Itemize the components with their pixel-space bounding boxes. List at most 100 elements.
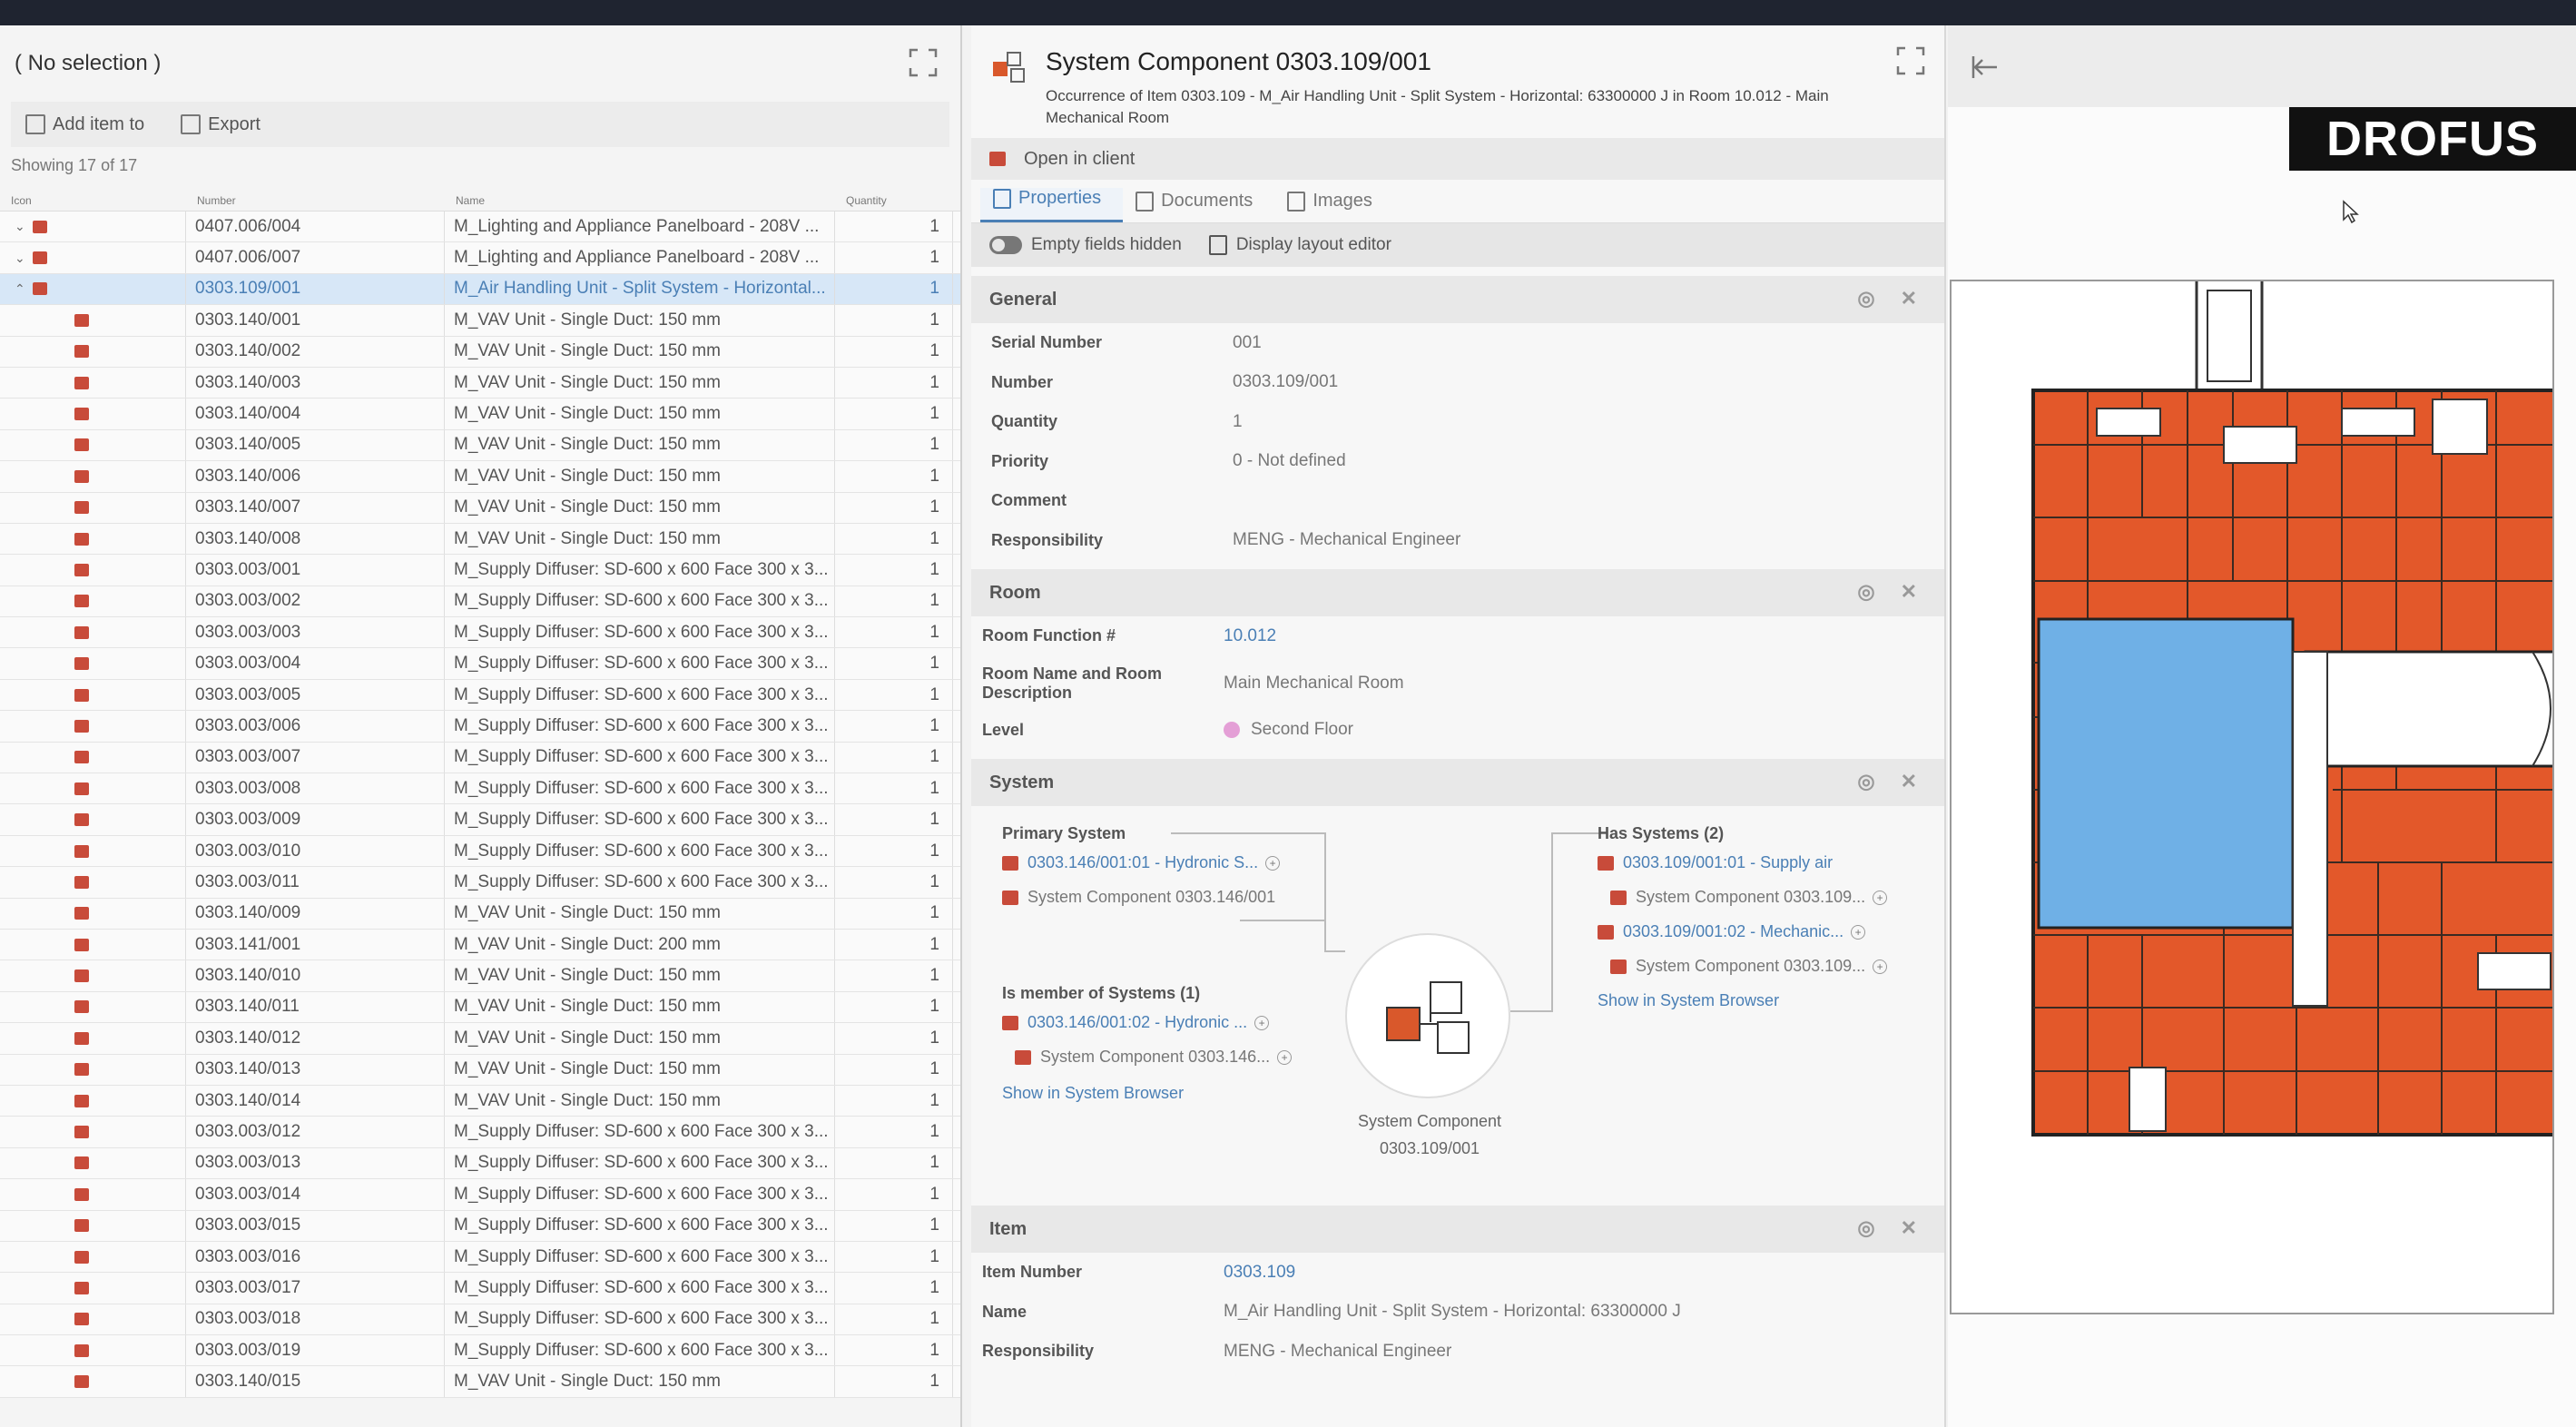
tab-properties[interactable]: Properties (980, 188, 1124, 222)
expand-icon[interactable] (908, 47, 939, 78)
floor-plan[interactable] (1952, 271, 2558, 1313)
table-row[interactable]: 0303.140/015 M_VAV Unit - Single Duct: 15… (0, 1366, 960, 1398)
has-system-component-2[interactable]: System Component 0303.109... + (1610, 957, 1888, 976)
open-in-client-button[interactable]: Open in client (971, 138, 1944, 180)
row-name: M_VAV Unit - Single Duct: 150 mm (445, 1085, 835, 1117)
eye-icon[interactable]: ◎ (1857, 580, 1874, 604)
show-in-system-browser-link[interactable]: Show in System Browser (1598, 991, 1779, 1010)
table-row[interactable]: 0303.140/003 M_VAV Unit - Single Duct: 15… (0, 367, 960, 399)
close-icon[interactable]: ✕ (1901, 287, 1917, 310)
table-row[interactable]: 0303.003/014 M_Supply Diffuser: SD-600 x … (0, 1179, 960, 1211)
table-row[interactable]: 0303.140/013 M_VAV Unit - Single Duct: 15… (0, 1054, 960, 1086)
close-icon[interactable]: ✕ (1901, 770, 1917, 793)
table-row[interactable]: 0303.003/009 M_Supply Diffuser: SD-600 x … (0, 804, 960, 836)
table-row[interactable]: 0303.140/009 M_VAV Unit - Single Duct: 15… (0, 898, 960, 930)
table-row[interactable]: 0303.003/018 M_Supply Diffuser: SD-600 x … (0, 1304, 960, 1336)
table-row[interactable]: 0303.003/017 M_Supply Diffuser: SD-600 x … (0, 1273, 960, 1304)
room-function-link[interactable]: 10.012 (1224, 626, 1944, 646)
table-row[interactable]: 0303.140/001 M_VAV Unit - Single Duct: 15… (0, 305, 960, 337)
chevron-up-icon[interactable]: ⌃ (15, 281, 27, 297)
row-name: M_Supply Diffuser: SD-600 x 600 Face 300… (445, 617, 835, 648)
row-icon-cell (0, 1273, 186, 1304)
close-icon[interactable]: ✕ (1901, 1216, 1917, 1240)
table-row[interactable]: 0303.140/011 M_VAV Unit - Single Duct: 15… (0, 991, 960, 1024)
table-row[interactable]: 0303.140/005 M_VAV Unit - Single Duct: 15… (0, 429, 960, 462)
row-qty: 1 (835, 461, 953, 492)
has-system-link-1[interactable]: 0303.109/001:01 - Supply air (1598, 853, 1833, 872)
row-name: M_Supply Diffuser: SD-600 x 600 Face 300… (445, 555, 835, 586)
table-row[interactable]: 0303.003/008 M_Supply Diffuser: SD-600 x … (0, 773, 960, 805)
has-system-link-2[interactable]: 0303.109/001:02 - Mechanic... + (1598, 922, 1866, 941)
row-name: M_VAV Unit - Single Duct: 150 mm (445, 367, 835, 399)
table-row[interactable]: 0303.003/015 M_Supply Diffuser: SD-600 x … (0, 1210, 960, 1242)
table-row[interactable]: 0303.003/016 M_Supply Diffuser: SD-600 x … (0, 1241, 960, 1274)
table-row[interactable]: 0303.003/013 M_Supply Diffuser: SD-600 x … (0, 1147, 960, 1180)
chevron-down-icon[interactable]: ⌄ (15, 219, 27, 234)
table-row[interactable]: 0303.003/007 M_Supply Diffuser: SD-600 x … (0, 742, 960, 774)
table-row[interactable]: 0303.140/002 M_VAV Unit - Single Duct: 15… (0, 336, 960, 368)
table-row[interactable]: 0303.140/006 M_VAV Unit - Single Duct: 15… (0, 461, 960, 493)
table-row[interactable]: 0303.140/008 M_VAV Unit - Single Duct: 15… (0, 523, 960, 556)
column-header-icon[interactable]: Icon (0, 194, 186, 207)
empty-fields-toggle[interactable]: Empty fields hidden (989, 235, 1182, 255)
tab-images[interactable]: Images (1274, 191, 1394, 222)
table-row[interactable]: 0303.140/007 M_VAV Unit - Single Duct: 15… (0, 492, 960, 524)
row-name: M_Supply Diffuser: SD-600 x 600 Face 300… (445, 679, 835, 711)
layout-editor-button[interactable]: Display layout editor (1208, 235, 1391, 255)
table-row[interactable]: ⌄ 0407.006/007 M_Lighting and Appliance Pa… (0, 242, 960, 274)
show-in-system-browser-link[interactable]: Show in System Browser (1002, 1084, 1184, 1103)
table-row[interactable]: 0303.140/010 M_VAV Unit - Single Duct: 15… (0, 960, 960, 992)
eye-icon[interactable]: ◎ (1857, 287, 1874, 310)
section-room-header[interactable]: Room ◎ ✕ (971, 569, 1944, 616)
add-icon (25, 114, 45, 134)
column-header-name[interactable]: Name (445, 194, 835, 207)
object-icon (74, 688, 89, 702)
row-icon-cell (0, 461, 186, 492)
system-component-node[interactable] (1345, 933, 1510, 1098)
row-number: 0303.003/019 (186, 1335, 445, 1366)
table-row[interactable]: 0303.003/005 M_Supply Diffuser: SD-600 x … (0, 679, 960, 712)
table-row[interactable]: 0303.140/014 M_VAV Unit - Single Duct: 15… (0, 1085, 960, 1117)
row-number: 0303.140/013 (186, 1054, 445, 1085)
export-button[interactable]: Export (181, 114, 261, 135)
tab-documents[interactable]: Documents (1123, 191, 1274, 222)
table-row[interactable]: 0303.003/001 M_Supply Diffuser: SD-600 x … (0, 555, 960, 586)
row-number: 0303.140/002 (186, 336, 445, 367)
general-field: Number 0303.109/001 (971, 363, 1944, 403)
row-number: 0303.003/010 (186, 835, 445, 867)
member-system-component[interactable]: System Component 0303.146... + (1015, 1048, 1293, 1067)
member-system-link[interactable]: 0303.146/001:02 - Hydronic ... + (1002, 1013, 1270, 1032)
table-row[interactable]: 0303.003/012 M_Supply Diffuser: SD-600 x … (0, 1117, 960, 1148)
add-item-button[interactable]: Add item to (25, 114, 144, 135)
chevron-down-icon[interactable]: ⌄ (15, 251, 27, 266)
floor-plan-view[interactable] (1950, 271, 2558, 1314)
table-row[interactable]: ⌄ 0407.006/004 M_Lighting and Appliance Pa… (0, 212, 960, 243)
collapse-arrow-icon[interactable] (1968, 49, 2004, 85)
primary-system-component[interactable]: System Component 0303.146/001 (1002, 888, 1275, 907)
section-system-header[interactable]: System ◎ ✕ (971, 759, 1944, 806)
primary-system-link[interactable]: 0303.146/001:01 - Hydronic S... + (1002, 853, 1281, 872)
section-item-header[interactable]: Item ◎ ✕ (971, 1206, 1944, 1253)
column-header-number[interactable]: Number (186, 194, 445, 207)
table-row[interactable]: 0303.140/004 M_VAV Unit - Single Duct: 15… (0, 399, 960, 430)
expand-icon[interactable] (1895, 45, 1926, 76)
item-number-link[interactable]: 0303.109 (1224, 1263, 1944, 1283)
eye-icon[interactable]: ◎ (1857, 1216, 1874, 1240)
table-row[interactable]: 0303.003/010 M_Supply Diffuser: SD-600 x … (0, 835, 960, 868)
table-row[interactable]: 0303.003/003 M_Supply Diffuser: SD-600 x … (0, 617, 960, 649)
table-row[interactable]: 0303.003/004 M_Supply Diffuser: SD-600 x … (0, 648, 960, 680)
eye-icon[interactable]: ◎ (1857, 770, 1874, 793)
close-icon[interactable]: ✕ (1901, 580, 1917, 604)
row-name: M_Supply Diffuser: SD-600 x 600 Face 300… (445, 1273, 835, 1304)
table-row[interactable]: ⌃ 0303.109/001 M_Air Handling Unit - Split… (0, 273, 960, 306)
section-general-header[interactable]: General ◎ ✕ (971, 276, 1944, 323)
table-row[interactable]: 0303.141/001 M_VAV Unit - Single Duct: 20… (0, 929, 960, 961)
table-row[interactable]: 0303.140/012 M_VAV Unit - Single Duct: 15… (0, 1023, 960, 1055)
table-row[interactable]: 0303.003/006 M_Supply Diffuser: SD-600 x … (0, 711, 960, 743)
table-row[interactable]: 0303.003/011 M_Supply Diffuser: SD-600 x … (0, 867, 960, 899)
has-system-component-1[interactable]: System Component 0303.109... + (1610, 888, 1888, 907)
table-row[interactable]: 0303.003/019 M_Supply Diffuser: SD-600 x … (0, 1335, 960, 1367)
column-header-quantity[interactable]: Quantity (835, 194, 953, 207)
table-row[interactable]: 0303.003/002 M_Supply Diffuser: SD-600 x … (0, 586, 960, 618)
row-qty: 1 (835, 1335, 953, 1366)
